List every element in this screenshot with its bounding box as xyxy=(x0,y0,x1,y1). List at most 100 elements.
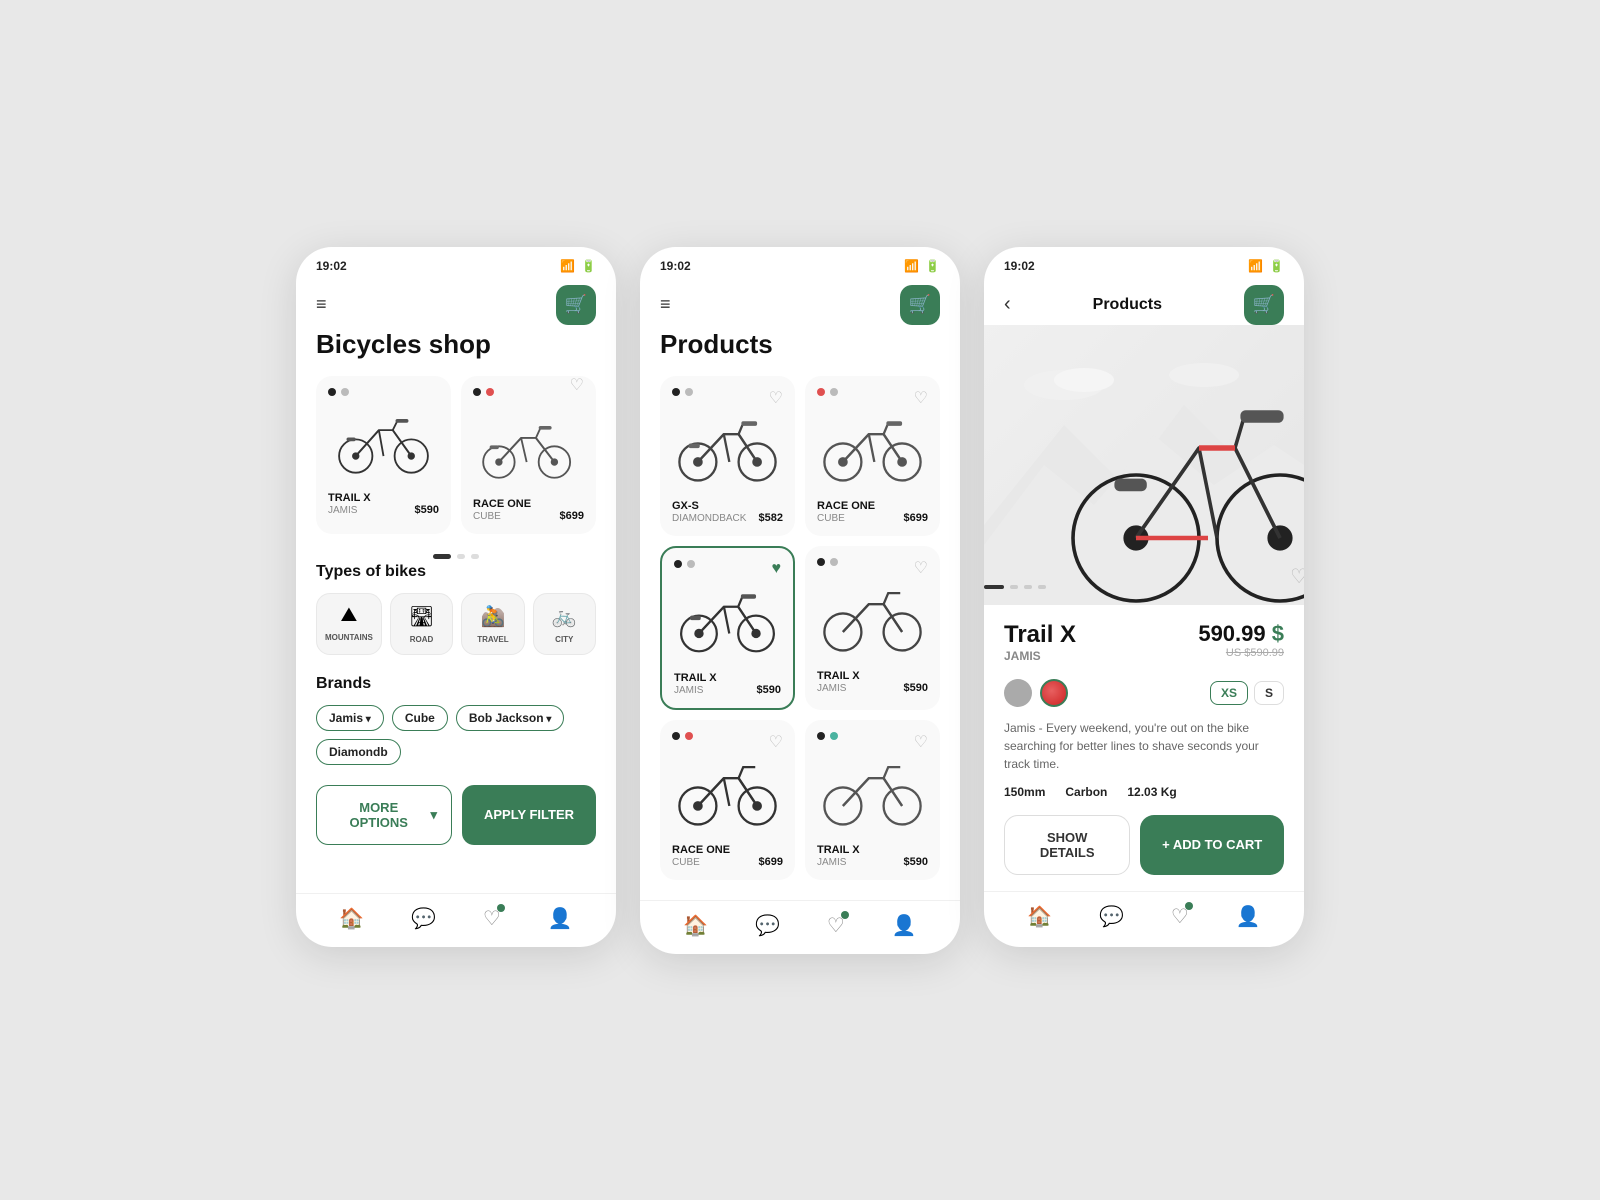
wishlist-race[interactable]: ♡ xyxy=(914,388,928,408)
dot-b5 xyxy=(672,732,680,740)
bike-img-5 xyxy=(672,748,783,838)
wishlist-gxs[interactable]: ♡ xyxy=(769,388,783,408)
dot-b2 xyxy=(817,558,825,566)
road-label: ROAD xyxy=(410,635,434,644)
nav-profile-2[interactable]: 👤 xyxy=(892,913,917,938)
cta-row: SHOW DETAILS + ADD TO CART xyxy=(1004,815,1284,875)
nav-chat-1[interactable]: 💬 xyxy=(411,906,436,931)
more-options-button[interactable]: MORE OPTIONS ▾ xyxy=(316,785,452,845)
color-red[interactable] xyxy=(1040,679,1068,707)
brands-section-title: Brands xyxy=(316,675,596,693)
brand-bob-jackson[interactable]: Bob Jackson xyxy=(456,705,565,731)
menu-icon-2[interactable]: ≡ xyxy=(660,294,671,315)
bike-trail2-svg xyxy=(817,574,928,664)
cart-button-1[interactable]: 🛒 xyxy=(556,285,596,325)
dot-black-1 xyxy=(328,388,336,396)
card-name-1: TRAIL X xyxy=(328,492,371,504)
nav-chat-2[interactable]: 💬 xyxy=(755,913,780,938)
product-card-raceone-2[interactable]: ♡ xyxy=(805,376,940,536)
profile-icon-3: 👤 xyxy=(1236,904,1261,929)
brand-diamondback[interactable]: Diamondb xyxy=(316,739,401,765)
dot-r5 xyxy=(685,732,693,740)
nav-profile-3[interactable]: 👤 xyxy=(1236,904,1261,929)
trail2-brand: JAMIS xyxy=(817,683,860,694)
card-dots-2 xyxy=(473,388,494,396)
product-card-trailx-selected[interactable]: ♥ xyxy=(660,546,795,710)
type-travel[interactable]: 🚵 TRAVEL xyxy=(461,593,524,655)
menu-icon-1[interactable]: ≡ xyxy=(316,294,327,315)
wishlist-5[interactable]: ♡ xyxy=(769,732,783,752)
name-5: RACE ONE xyxy=(672,844,730,856)
color-gray[interactable] xyxy=(1004,679,1032,707)
home-icon-3: 🏠 xyxy=(1027,904,1052,929)
dot-g1 xyxy=(687,560,695,568)
product-card-6[interactable]: ♡ xyxy=(805,720,940,880)
show-details-button[interactable]: SHOW DETAILS xyxy=(1004,815,1130,875)
back-button[interactable]: ‹ xyxy=(1004,293,1011,316)
brand-6: JAMIS xyxy=(817,857,860,868)
chat-icon-1: 💬 xyxy=(411,906,436,931)
mountain-bg-svg xyxy=(984,325,1304,605)
type-mountains[interactable]: ⛰ MOUNTAINS xyxy=(316,593,382,655)
dot-active xyxy=(433,554,451,559)
nav-bar-2: ≡ 🛒 xyxy=(640,277,960,329)
nav-home-1[interactable]: 🏠 xyxy=(339,906,364,931)
page-title-3: Products xyxy=(1093,296,1162,314)
wishlist-trail2[interactable]: ♡ xyxy=(914,558,928,578)
status-icons-3: 📶 🔋 xyxy=(1248,259,1284,273)
size-xs[interactable]: XS xyxy=(1210,681,1248,705)
nav-bar-3: ‹ Products 🛒 xyxy=(984,277,1304,329)
spec-weight: 12.03 Kg xyxy=(1127,785,1176,799)
product-card-gxs-2[interactable]: ♡ xyxy=(660,376,795,536)
nav-chat-3[interactable]: 💬 xyxy=(1099,904,1124,929)
nav-wishlist-2[interactable]: ♡ xyxy=(827,913,845,938)
nav-wishlist-1[interactable]: ♡ xyxy=(483,906,501,931)
product-card-trailx-2[interactable]: ♡ xyxy=(805,546,940,710)
apply-filter-button[interactable]: APPLY FILTER xyxy=(462,785,596,845)
wishlist-icon-2[interactable]: ♡ xyxy=(570,376,584,395)
card-dots-6 xyxy=(817,732,928,740)
brand-cube[interactable]: Cube xyxy=(392,705,448,731)
nav-wishlist-3[interactable]: ♡ xyxy=(1171,904,1189,929)
dot-red-2 xyxy=(486,388,494,396)
card-brand-1: JAMIS xyxy=(328,505,371,516)
product-wishlist-icon[interactable]: ♡ xyxy=(1290,564,1304,589)
race-brand: CUBE xyxy=(817,513,875,524)
profile-icon-1: 👤 xyxy=(548,906,573,931)
nav-profile-1[interactable]: 👤 xyxy=(548,906,573,931)
nav-home-2[interactable]: 🏠 xyxy=(683,913,708,938)
gxs-name: GX-S xyxy=(672,500,746,512)
type-city[interactable]: 🚲 CITY xyxy=(533,593,596,655)
type-road[interactable]: 🛣 ROAD xyxy=(390,593,453,655)
status-bar-3: 19:02 📶 🔋 xyxy=(984,247,1304,277)
cart-button-3[interactable]: 🛒 xyxy=(1244,285,1284,325)
specs-row: 150mm Carbon 12.03 Kg xyxy=(1004,785,1284,799)
cart-button-2[interactable]: 🛒 xyxy=(900,285,940,325)
chat-icon-2: 💬 xyxy=(755,913,780,938)
wishlist-trail-sel[interactable]: ♥ xyxy=(772,560,782,578)
dot-b1 xyxy=(674,560,682,568)
product-card-5[interactable]: ♡ xyxy=(660,720,795,880)
card-dots-trail2 xyxy=(817,558,928,566)
wifi-icon-2: 📶 xyxy=(904,259,919,273)
card-info-1: TRAIL X JAMIS $590 xyxy=(328,492,439,516)
bike-image-1 xyxy=(328,404,439,484)
wishlist-6[interactable]: ♡ xyxy=(914,732,928,752)
chevron-down-icon: ▾ xyxy=(430,807,437,823)
brand-jamis[interactable]: Jamis xyxy=(316,705,384,731)
detail-header: Trail X JAMIS 590.99 $ US $590.99 xyxy=(1004,621,1284,675)
card-info-2: RACE ONE CUBE $699 xyxy=(473,498,584,522)
bike-img-gxs xyxy=(672,404,783,494)
wishlist-badge-1 xyxy=(497,904,505,912)
old-price: US $590.99 xyxy=(1198,647,1284,659)
product-card-race-one[interactable]: ♡ xyxy=(461,376,596,534)
dot-r xyxy=(817,388,825,396)
card-dots-trail1 xyxy=(674,560,781,568)
nav-home-3[interactable]: 🏠 xyxy=(1027,904,1052,929)
hero-dot-1 xyxy=(984,585,1004,589)
card-dots-1 xyxy=(328,388,439,396)
add-to-cart-button[interactable]: + ADD TO CART xyxy=(1140,815,1284,875)
page-title-1: Bicycles shop xyxy=(316,329,596,360)
product-card-trail-x[interactable]: TRAIL X JAMIS $590 xyxy=(316,376,451,534)
size-s[interactable]: S xyxy=(1254,681,1284,705)
